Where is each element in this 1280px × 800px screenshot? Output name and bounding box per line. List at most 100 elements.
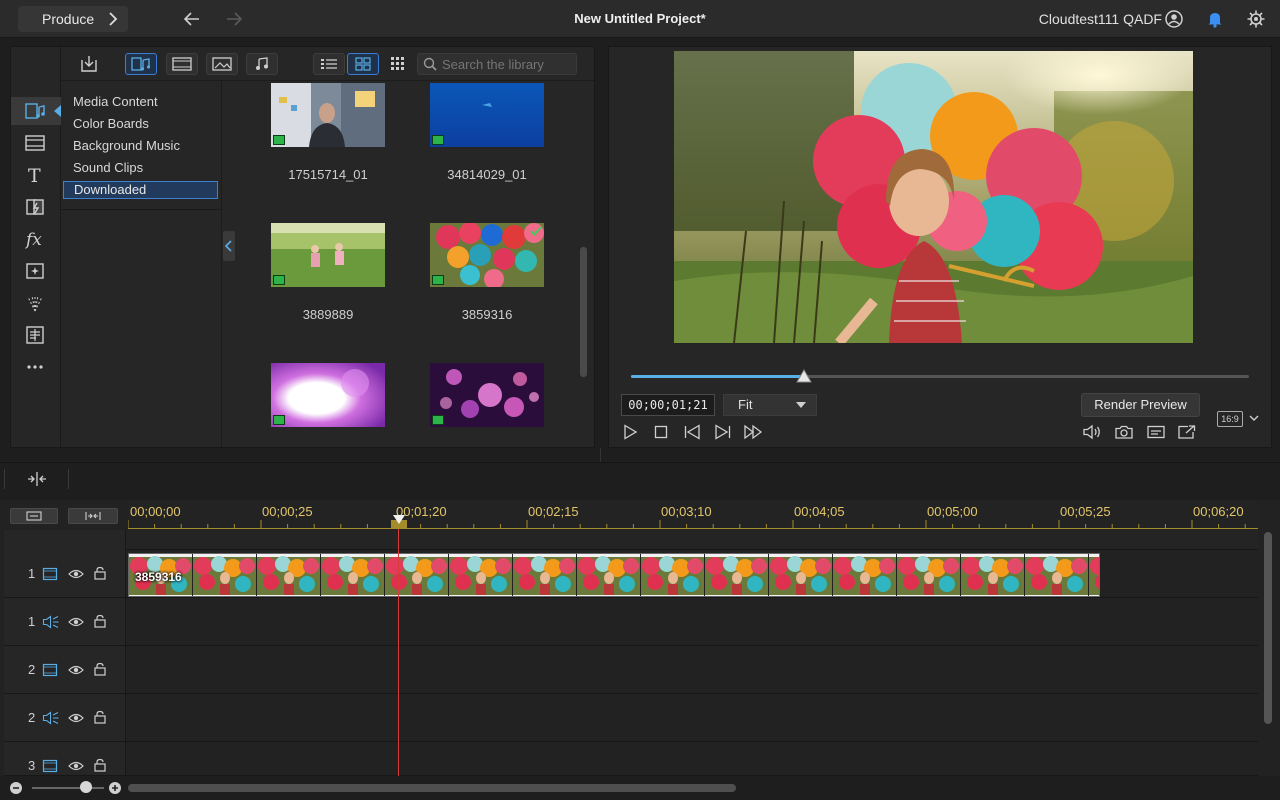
timeline-video-clip[interactable]: 3859316 xyxy=(128,553,1100,597)
redo-icon[interactable] xyxy=(224,9,244,29)
zoom-fit-select[interactable]: Fit xyxy=(723,394,817,416)
grid-view-button[interactable] xyxy=(347,53,379,75)
filter-image-button[interactable] xyxy=(206,53,238,75)
pip-room-icon[interactable] xyxy=(21,258,49,284)
library-scrollbar[interactable] xyxy=(580,247,587,377)
fx-room-icon[interactable]: fx xyxy=(21,226,49,252)
subtitle-room-icon[interactable] xyxy=(21,322,49,348)
aspect-ratio-select[interactable]: 16:9 xyxy=(1211,407,1261,429)
media-thumbnail[interactable] xyxy=(430,363,544,427)
user-name[interactable]: Cloudtest111 QADF xyxy=(1039,11,1162,27)
media-thumbnail[interactable] xyxy=(430,83,544,147)
notification-bell-icon[interactable] xyxy=(1205,9,1225,29)
eye-icon[interactable] xyxy=(68,615,84,629)
import-media-icon[interactable] xyxy=(79,55,99,73)
folder-color-boards[interactable]: Color Boards xyxy=(63,115,218,133)
stop-icon[interactable] xyxy=(650,421,672,443)
zoom-in-icon[interactable] xyxy=(108,781,122,795)
settings-gear-icon[interactable] xyxy=(1246,9,1266,29)
filter-all-media-button[interactable] xyxy=(125,53,157,75)
list-view-icon xyxy=(318,56,340,72)
lock-icon[interactable] xyxy=(93,710,107,724)
clip-filmstrip xyxy=(129,554,1099,596)
thumbnail-size-icon[interactable] xyxy=(390,56,406,72)
split-clip-icon[interactable] xyxy=(26,470,48,488)
track-row-audio-1: 1 xyxy=(4,598,1258,646)
playhead-handle[interactable] xyxy=(390,514,408,530)
active-room-pointer-icon xyxy=(54,105,61,117)
ruler-label: 00;00;25 xyxy=(262,504,313,519)
audio-track-icon xyxy=(42,615,60,629)
timeline-horizontal-scrollbar[interactable] xyxy=(128,784,736,792)
filter-video-button[interactable] xyxy=(166,53,198,75)
folder-sound-clips[interactable]: Sound Clips xyxy=(63,159,218,177)
lock-icon[interactable] xyxy=(93,566,107,580)
zoom-slider-handle[interactable] xyxy=(80,781,92,793)
produce-button[interactable]: Produce xyxy=(18,6,128,32)
undock-preview-icon[interactable] xyxy=(1176,421,1198,443)
library-folder-list: Media Content Color Boards Background Mu… xyxy=(61,81,222,447)
zoom-out-icon[interactable] xyxy=(9,781,23,795)
ruler-label: 00;00;00 xyxy=(130,504,181,519)
previous-frame-icon[interactable] xyxy=(681,421,703,443)
track-number: 1 xyxy=(28,614,36,629)
eye-icon[interactable] xyxy=(68,567,84,581)
transition-room-icon[interactable] xyxy=(21,194,49,220)
video-badge-icon xyxy=(432,415,444,425)
video-badge-icon xyxy=(432,275,444,285)
next-frame-icon[interactable] xyxy=(712,421,734,443)
zoom-slider-track[interactable] xyxy=(32,787,104,789)
image-icon xyxy=(211,56,233,72)
media-thumbnail[interactable] xyxy=(271,223,385,287)
ruler-label: 00;03;10 xyxy=(661,504,712,519)
video-track-icon xyxy=(42,759,58,773)
folder-downloaded[interactable]: Downloaded xyxy=(63,181,218,199)
lock-icon[interactable] xyxy=(93,614,107,628)
play-icon[interactable] xyxy=(619,421,641,443)
clip-label: 3859316 xyxy=(135,570,182,584)
grid-view-icon xyxy=(352,56,374,72)
particle-room-icon[interactable] xyxy=(21,290,49,316)
media-thumbnail[interactable] xyxy=(271,83,385,147)
zoom-fit-value: Fit xyxy=(738,397,753,412)
collapse-folders-button[interactable] xyxy=(223,231,235,261)
folder-background-music[interactable]: Background Music xyxy=(63,137,218,155)
track-manager-button[interactable] xyxy=(10,508,58,524)
eye-icon[interactable] xyxy=(68,759,84,773)
subtitle-display-icon[interactable] xyxy=(1145,421,1167,443)
library-toolbar xyxy=(61,47,594,81)
media-thumbnail[interactable] xyxy=(271,363,385,427)
undo-icon[interactable] xyxy=(182,9,202,29)
timecode-display[interactable]: 00;00;01;21 xyxy=(621,394,715,416)
media-room-icon[interactable] xyxy=(21,98,49,124)
filter-audio-button[interactable] xyxy=(246,53,278,75)
folder-media-content[interactable]: Media Content xyxy=(63,93,218,111)
eye-icon[interactable] xyxy=(68,663,84,677)
track-number: 2 xyxy=(28,662,36,677)
video-badge-icon xyxy=(273,135,285,145)
snapshot-camera-icon[interactable] xyxy=(1113,421,1135,443)
fit-timeline-button[interactable] xyxy=(68,508,118,524)
preview-panel: 00;00;01;21 Fit Render Preview 16:9 xyxy=(608,46,1272,448)
account-icon[interactable] xyxy=(1164,9,1184,29)
track-number: 2 xyxy=(28,710,36,725)
render-preview-button[interactable]: Render Preview xyxy=(1081,393,1200,417)
volume-icon[interactable] xyxy=(1081,421,1103,443)
fast-forward-icon[interactable] xyxy=(743,421,765,443)
media-thumbnail[interactable] xyxy=(430,223,544,287)
template-room-icon[interactable] xyxy=(21,130,49,156)
media-label: 34814029_01 xyxy=(447,167,527,182)
dropdown-arrow-icon xyxy=(796,402,806,408)
lock-icon[interactable] xyxy=(93,662,107,676)
music-note-icon xyxy=(251,56,273,72)
timeline-vertical-scrollbar[interactable] xyxy=(1264,532,1272,724)
lock-icon[interactable] xyxy=(93,758,107,772)
list-view-button[interactable] xyxy=(313,53,345,75)
search-icon xyxy=(423,57,437,71)
eye-icon[interactable] xyxy=(68,711,84,725)
title-room-icon[interactable]: T xyxy=(21,162,49,188)
library-search-input[interactable] xyxy=(417,53,577,75)
more-rooms-icon[interactable] xyxy=(21,354,49,380)
playhead-line[interactable] xyxy=(398,522,399,776)
preview-video-frame xyxy=(674,51,1193,343)
